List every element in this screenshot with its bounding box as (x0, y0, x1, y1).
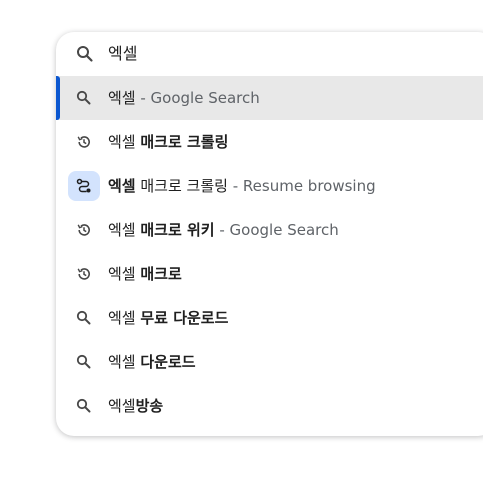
suggestion-search-broadcast[interactable]: 엑셀방송 (56, 384, 483, 428)
suggestion-history-macro[interactable]: 엑셀 매크로 (56, 252, 483, 296)
history-icon (76, 266, 92, 282)
suggestion-label: 엑셀방송 (108, 397, 164, 415)
suggestion-history-macro-crawling[interactable]: 엑셀 매크로 크롤링 (56, 120, 483, 164)
history-icon (76, 222, 92, 238)
search-icon (76, 90, 92, 106)
search-icon (76, 45, 94, 63)
suggestion-label: 엑셀 무료 다운로드 (108, 309, 229, 327)
suggestion-search-google[interactable]: 엑셀 - Google Search (56, 76, 483, 120)
history-icon (76, 134, 92, 150)
selection-indicator (56, 76, 60, 120)
suggestion-label: 엑셀 매크로 크롤링 - Resume browsing (108, 177, 376, 195)
search-icon (76, 354, 92, 370)
suggestion-label: 엑셀 매크로 크롤링 (108, 133, 229, 151)
suggestion-history-macro-wiki[interactable]: 엑셀 매크로 위키 - Google Search (56, 208, 483, 252)
suggestion-search-free-download[interactable]: 엑셀 무료 다운로드 (56, 296, 483, 340)
search-icon (76, 398, 92, 414)
suggestion-label: 엑셀 다운로드 (108, 353, 196, 371)
journey-icon (68, 171, 100, 201)
suggestion-resume-browsing[interactable]: 엑셀 매크로 크롤링 - Resume browsing (56, 164, 483, 208)
search-icon (76, 310, 92, 326)
omnibox-dropdown: 엑셀 엑셀 - Google Search 엑셀 매크로 크롤링 엑셀 매크로 … (56, 32, 483, 436)
omnibox-input-row[interactable]: 엑셀 (56, 32, 483, 76)
omnibox-input[interactable]: 엑셀 (108, 44, 137, 64)
suggestion-label: 엑셀 매크로 위키 - Google Search (108, 221, 339, 239)
suggestion-search-download[interactable]: 엑셀 다운로드 (56, 340, 483, 384)
suggestion-label: 엑셀 매크로 (108, 265, 182, 283)
suggestion-label: 엑셀 - Google Search (108, 89, 260, 107)
